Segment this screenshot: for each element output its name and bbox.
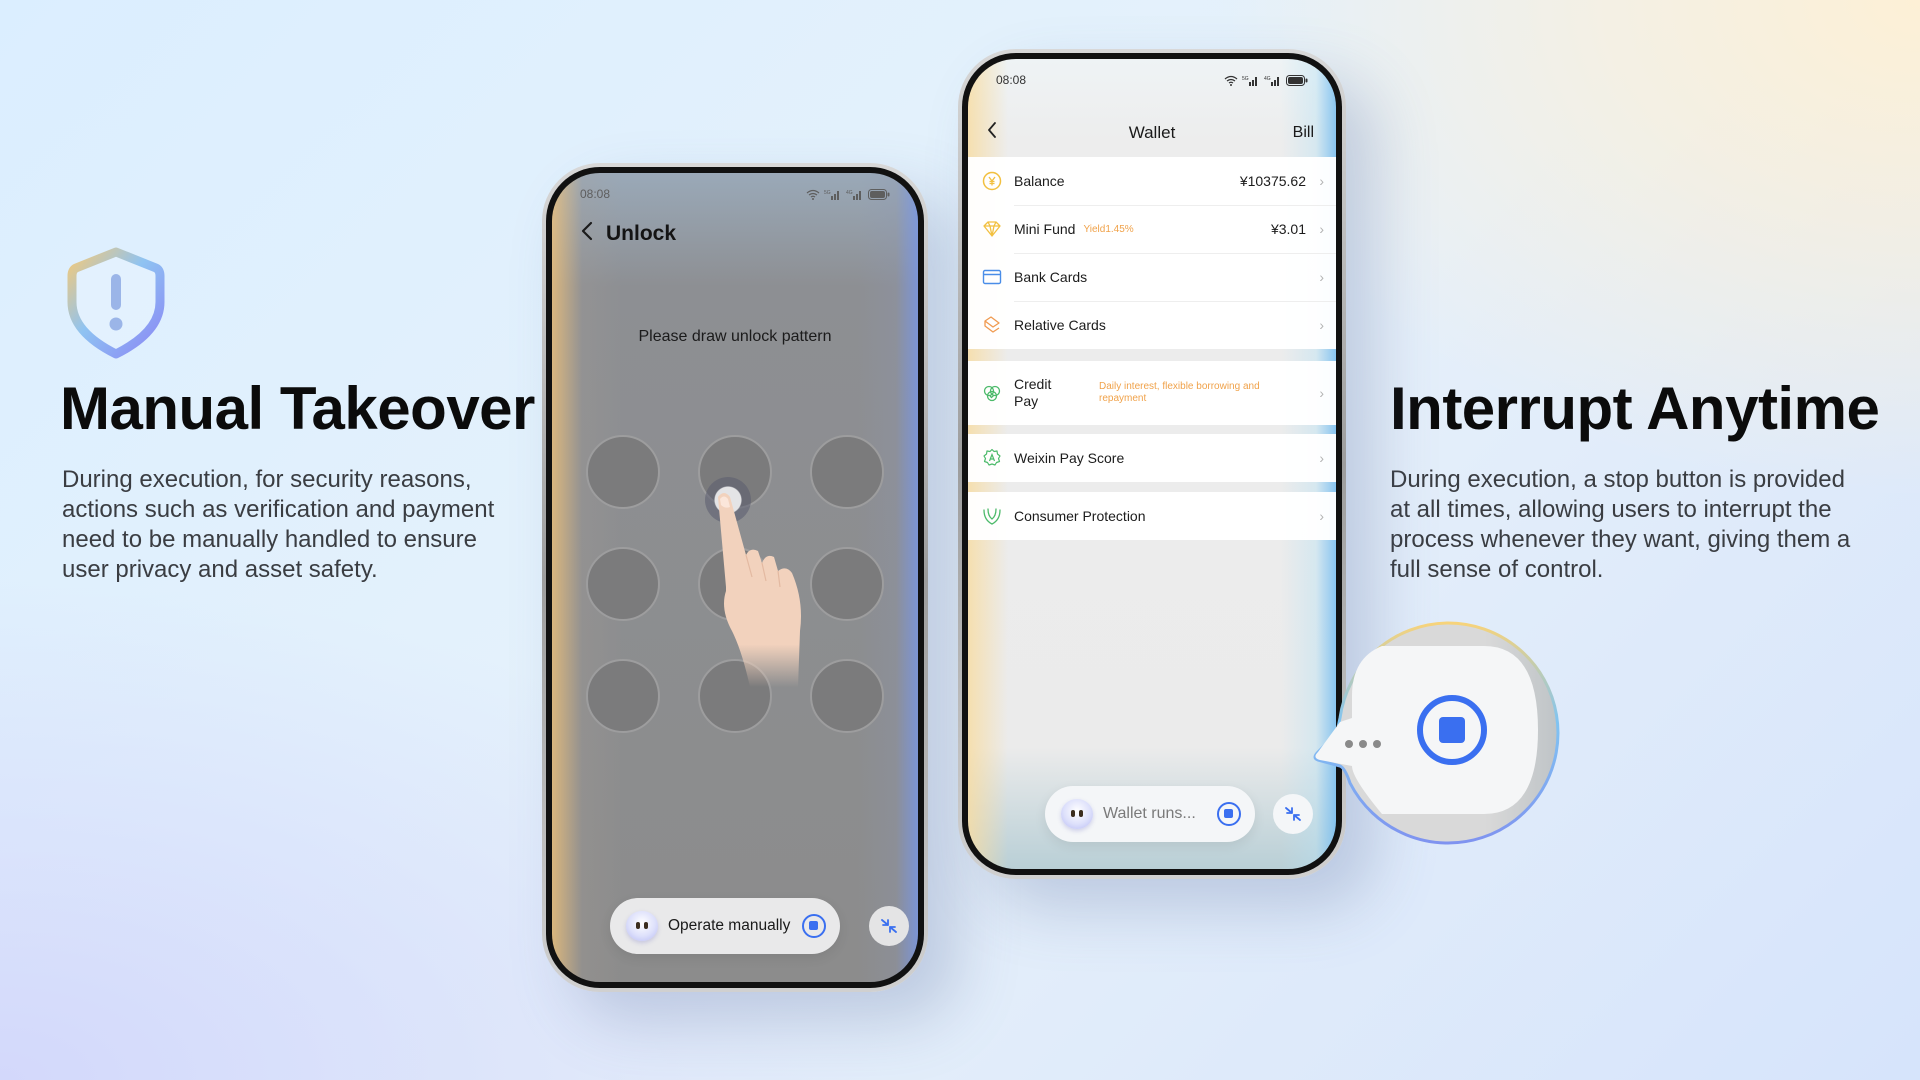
- chevron-right-icon: ›: [1319, 269, 1324, 285]
- chevron-right-icon: ›: [1319, 508, 1324, 524]
- pay-score-icon: [983, 448, 1001, 466]
- row-label: Credit Pay: [1014, 376, 1052, 409]
- stop-icon[interactable]: [1217, 802, 1241, 826]
- status-time: 08:08: [580, 187, 611, 201]
- signal-4g-icon: 4G: [1264, 76, 1279, 86]
- robot-avatar-icon: [1061, 799, 1093, 829]
- chevron-right-icon: ›: [1319, 221, 1324, 237]
- back-chevron-icon[interactable]: [580, 221, 594, 247]
- row-label: Bank Cards: [1014, 269, 1088, 285]
- protection-hands-icon: [983, 508, 1001, 525]
- svg-text:4G: 4G: [846, 190, 853, 196]
- wifi-icon: [1224, 75, 1238, 86]
- shield-alert-icon: [67, 247, 165, 359]
- stop-icon[interactable]: [802, 914, 826, 938]
- pattern-dot-7[interactable]: [586, 659, 660, 733]
- credit-pay-icon: [983, 385, 1001, 402]
- wallet-runs-label: Wallet runs...: [1103, 805, 1196, 822]
- wallet-runs-pill[interactable]: Wallet runs...: [1045, 786, 1255, 842]
- row-tag: Daily interest, flexible borrowing and r…: [1099, 381, 1260, 404]
- wallet-row-bank-cards[interactable]: Bank Cards ›: [968, 253, 1336, 301]
- wallet-group-credit: Credit Pay Daily interest, flexible borr…: [968, 361, 1336, 425]
- row-label: Consumer Protection: [1014, 508, 1146, 524]
- phone-wallet: 08:08 5G 4G Wallet Bill Balance ¥10375.6…: [958, 49, 1346, 879]
- wifi-icon: [806, 189, 820, 200]
- diamond-icon: [983, 221, 1001, 237]
- row-label: Weixin Pay Score: [1014, 450, 1125, 466]
- stop-bubble[interactable]: [1312, 618, 1574, 848]
- wallet-group-score: Weixin Pay Score ›: [968, 434, 1336, 482]
- manual-takeover-title: Manual Takeover: [60, 375, 535, 442]
- interrupt-anytime-title: Interrupt Anytime: [1390, 375, 1880, 442]
- wallet-row-mini-fund[interactable]: Mini Fund Yield1.45% ¥3.01 ›: [968, 205, 1336, 253]
- wallet-title: Wallet: [1128, 123, 1176, 142]
- collapse-arrows-icon: [881, 919, 897, 933]
- row-value: ¥3.01: [1270, 221, 1306, 237]
- wallet-group-main: Balance ¥10375.62 › Mini Fund Yield1.45%…: [968, 157, 1336, 349]
- wallet-screen: 08:08 5G 4G Wallet Bill Balance ¥10375.6…: [968, 59, 1336, 869]
- operate-manually-pill[interactable]: Operate manually: [610, 898, 840, 954]
- pattern-dot-1[interactable]: [586, 435, 660, 509]
- row-label: Mini Fund: [1014, 221, 1076, 237]
- status-time: 08:08: [996, 73, 1027, 87]
- unlock-screen: 08:08 5G 4G Unlock Please draw unlock pa…: [552, 173, 918, 982]
- battery-icon: [1286, 74, 1308, 86]
- wallet-row-consumer-protection[interactable]: Consumer Protection ›: [968, 492, 1336, 540]
- collapse-button[interactable]: [1273, 794, 1313, 834]
- pattern-prompt: Please draw unlock pattern: [638, 328, 832, 345]
- signal-5g-icon: 5G: [1242, 76, 1257, 86]
- chevron-right-icon: ›: [1319, 317, 1324, 333]
- row-value: ¥10375.62: [1239, 173, 1306, 189]
- bill-link[interactable]: Bill: [1293, 124, 1314, 142]
- signal-5g-icon: 5G: [824, 190, 839, 200]
- wallet-group-protection: Consumer Protection ›: [968, 492, 1336, 540]
- yen-coin-icon: [982, 171, 1002, 191]
- row-tag: Yield1.45%: [1083, 223, 1134, 235]
- status-bar: 08:08 5G 4G: [968, 59, 1336, 95]
- wallet-row-credit-pay[interactable]: Credit Pay Daily interest, flexible borr…: [968, 361, 1336, 425]
- status-bar: 08:08 5G 4G: [552, 173, 918, 209]
- pattern-dot-4[interactable]: [586, 547, 660, 621]
- phone-unlock: 08:08 5G 4G Unlock Please draw unlock pa…: [542, 163, 928, 992]
- unlock-title: Unlock: [606, 222, 677, 245]
- pointing-hand-icon: [718, 493, 801, 687]
- manual-takeover-description: During execution, for security reasons, …: [62, 466, 495, 583]
- row-label: Relative Cards: [1014, 317, 1106, 333]
- battery-icon: [868, 188, 890, 200]
- bank-card-icon: [982, 269, 1002, 285]
- robot-avatar-icon: [626, 911, 658, 941]
- typing-indicator-icon: [1345, 740, 1381, 748]
- svg-text:4G: 4G: [1264, 76, 1271, 82]
- chevron-right-icon: ›: [1319, 173, 1324, 189]
- relative-card-icon: [984, 316, 1000, 333]
- wallet-row-relative-cards[interactable]: Relative Cards ›: [968, 301, 1336, 349]
- signal-4g-icon: 4G: [846, 190, 861, 200]
- svg-text:5G: 5G: [824, 190, 831, 196]
- chevron-right-icon: ›: [1319, 385, 1324, 401]
- collapse-button[interactable]: [869, 906, 909, 946]
- collapse-arrows-icon: [1285, 807, 1301, 821]
- wallet-row-balance[interactable]: Balance ¥10375.62 ›: [968, 157, 1336, 205]
- svg-text:5G: 5G: [1242, 76, 1249, 82]
- operate-manually-label: Operate manually: [668, 917, 791, 934]
- wallet-header: Wallet Bill: [968, 109, 1336, 157]
- interrupt-anytime-description: During execution, a stop button is provi…: [1390, 466, 1851, 583]
- unlock-header: Unlock: [580, 221, 676, 247]
- row-label: Balance: [1014, 173, 1065, 189]
- wallet-row-weixin-pay-score[interactable]: Weixin Pay Score ›: [968, 434, 1336, 482]
- chevron-right-icon: ›: [1319, 450, 1324, 466]
